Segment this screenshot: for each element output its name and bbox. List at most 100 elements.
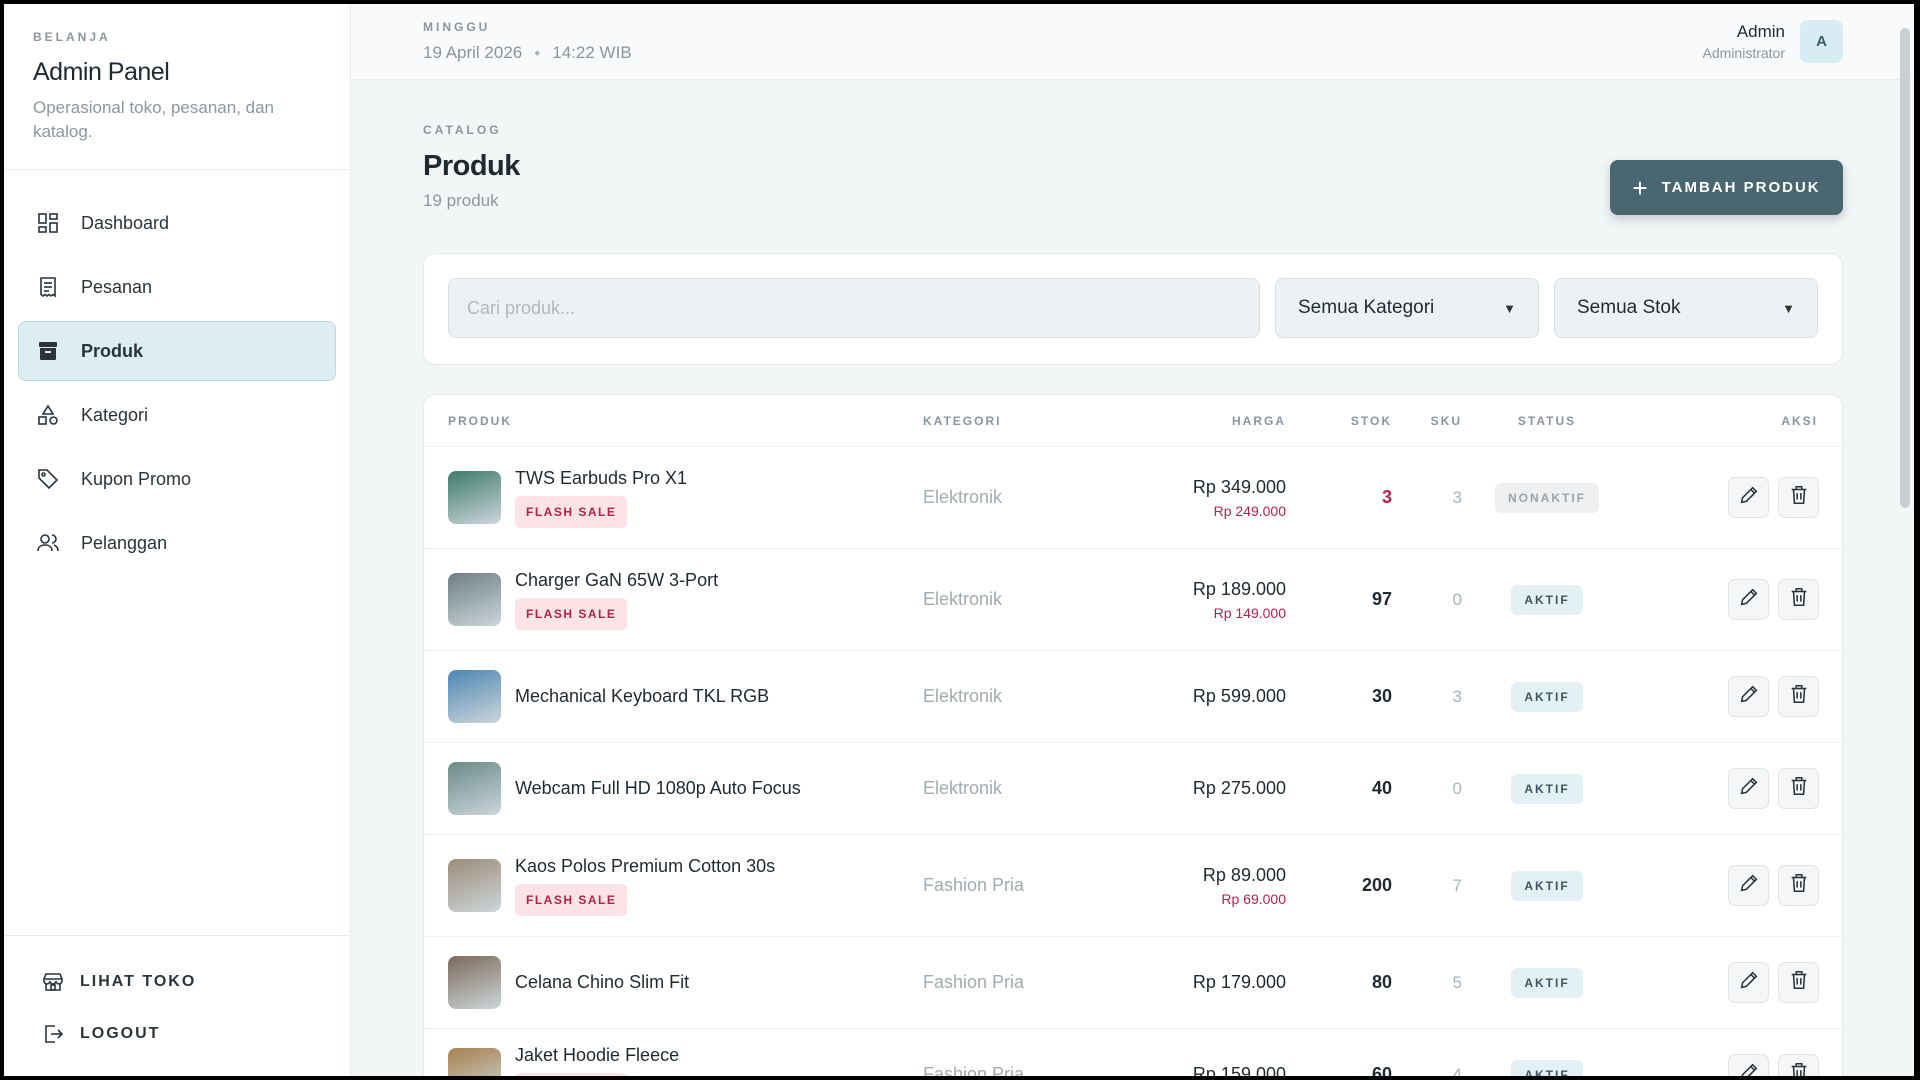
status-badge[interactable]: AKTIF — [1511, 967, 1583, 998]
chevron-down-icon: ▼ — [1503, 300, 1516, 316]
stock-select[interactable]: Semua Stok ▼ — [1554, 278, 1818, 338]
edit-button[interactable] — [1728, 1054, 1769, 1076]
delete-button[interactable] — [1778, 1054, 1819, 1076]
sidebar: BELANJA Admin Panel Operasional toko, pe… — [4, 4, 351, 1076]
sidebar-item-kupon-promo[interactable]: Kupon Promo — [18, 449, 336, 509]
edit-button[interactable] — [1728, 768, 1769, 809]
header-stock[interactable]: STOK — [1286, 414, 1392, 428]
edit-button[interactable] — [1728, 676, 1769, 717]
product-thumbnail — [448, 1048, 501, 1076]
product-name[interactable]: Charger GaN 65W 3-Port — [515, 570, 718, 591]
product-name[interactable]: Webcam Full HD 1080p Auto Focus — [515, 778, 801, 799]
sku-cell: 4 — [1452, 1064, 1462, 1077]
flash-sale-badge: FLASH SALE — [515, 883, 628, 916]
edit-button[interactable] — [1728, 962, 1769, 1003]
product-name[interactable]: TWS Earbuds Pro X1 — [515, 468, 687, 489]
status-badge[interactable]: AKTIF — [1511, 1059, 1583, 1076]
trash-icon — [1788, 683, 1810, 710]
delete-button[interactable] — [1778, 865, 1819, 906]
sidebar-item-pesanan[interactable]: Pesanan — [18, 257, 336, 317]
sidebar-item-kategori[interactable]: Kategori — [18, 385, 336, 445]
product-name[interactable]: Jaket Hoodie Fleece — [515, 1045, 679, 1066]
product-info: TWS Earbuds Pro X1 FLASH SALE — [515, 468, 687, 528]
sidebar-item-dashboard[interactable]: Dashboard — [18, 193, 336, 253]
status-badge[interactable]: AKTIF — [1511, 773, 1583, 804]
sidebar-item-label: Pesanan — [81, 276, 153, 297]
category-cell: Elektronik — [923, 487, 1003, 507]
table-row[interactable]: Kaos Polos Premium Cotton 30s FLASH SALE F… — [424, 835, 1842, 937]
header-sku[interactable]: SKU — [1392, 414, 1462, 428]
price-cell: Rp 275.000 — [1123, 778, 1286, 799]
sidebar-item-label: Dashboard — [81, 212, 170, 233]
edit-button[interactable] — [1728, 865, 1769, 906]
status-badge[interactable]: AKTIF — [1511, 681, 1583, 712]
trash-icon — [1788, 484, 1810, 511]
avatar[interactable]: A — [1800, 20, 1843, 63]
price-cell: Rp 159.000 — [1123, 1064, 1286, 1076]
product-thumbnail — [448, 859, 501, 912]
delete-button[interactable] — [1778, 768, 1819, 809]
status-badge[interactable]: AKTIF — [1511, 870, 1583, 901]
product-thumbnail — [448, 670, 501, 723]
sidebar-item-produk[interactable]: Produk — [18, 321, 336, 381]
status-badge[interactable]: NONAKTIF — [1495, 482, 1599, 513]
table-row[interactable]: Charger GaN 65W 3-Port FLASH SALE Elektron… — [424, 549, 1842, 651]
price-promo: Rp 249.000 — [1213, 502, 1286, 519]
header-price[interactable]: HARGA — [1123, 414, 1286, 428]
table-row[interactable]: Jaket Hoodie Fleece FLASH SALE Fashion Pri… — [424, 1029, 1842, 1076]
edit-button[interactable] — [1728, 579, 1769, 620]
stock-cell: 97 — [1371, 589, 1392, 609]
logout-link[interactable]: LOGOUT — [18, 1008, 336, 1060]
product-info: Charger GaN 65W 3-Port FLASH SALE — [515, 570, 718, 630]
product-name[interactable]: Celana Chino Slim Fit — [515, 972, 689, 993]
price-cell: Rp 599.000 — [1123, 686, 1286, 707]
product-info: Jaket Hoodie Fleece FLASH SALE — [515, 1045, 679, 1076]
sku-cell: 3 — [1452, 686, 1462, 706]
header-status[interactable]: STATUS — [1462, 414, 1632, 428]
trash-icon — [1788, 775, 1810, 802]
date-text: 19 April 2026 — [423, 43, 523, 62]
brand: BELANJA Admin Panel Operasional toko, pe… — [4, 4, 350, 170]
delete-button[interactable] — [1778, 477, 1819, 518]
add-product-button[interactable]: + TAMBAH PRODUK — [1610, 160, 1843, 215]
plus-icon: + — [1632, 172, 1648, 203]
product-name[interactable]: Kaos Polos Premium Cotton 30s — [515, 856, 775, 877]
users-icon — [35, 530, 61, 556]
trash-icon — [1788, 969, 1810, 996]
view-store-link[interactable]: LIHAT TOKO — [18, 956, 336, 1008]
category-cell: Elektronik — [923, 686, 1003, 706]
tag-icon — [35, 466, 61, 492]
header-category[interactable]: KATEGORI — [923, 414, 1123, 428]
brand-kicker: BELANJA — [33, 30, 111, 44]
status-badge[interactable]: AKTIF — [1511, 584, 1583, 615]
sku-cell: 5 — [1452, 972, 1462, 992]
dashboard-icon — [35, 210, 61, 236]
delete-button[interactable] — [1778, 676, 1819, 717]
table-row[interactable]: Mechanical Keyboard TKL RGB Elektronik Rp … — [424, 651, 1842, 743]
sku-cell: 0 — [1452, 589, 1462, 609]
status-cell: AKTIF — [1462, 681, 1632, 712]
table-row[interactable]: Webcam Full HD 1080p Auto Focus Elektroni… — [424, 743, 1842, 835]
price-regular: Rp 189.000 — [1192, 578, 1286, 599]
logout-icon — [40, 1021, 66, 1047]
product-cell: Charger GaN 65W 3-Port FLASH SALE — [424, 570, 923, 630]
stock-cell: 40 — [1371, 778, 1392, 798]
delete-button[interactable] — [1778, 579, 1819, 620]
sidebar-item-label: Pelanggan — [81, 532, 168, 553]
delete-button[interactable] — [1778, 962, 1819, 1003]
table-row[interactable]: Celana Chino Slim Fit Fashion Pria Rp 179.… — [424, 937, 1842, 1029]
receipt-icon — [35, 274, 61, 300]
status-cell: AKTIF — [1462, 584, 1632, 615]
product-name[interactable]: Mechanical Keyboard TKL RGB — [515, 686, 769, 707]
separator-dot: ● — [534, 47, 541, 59]
table-header: PRODUK KATEGORI HARGA STOK SKU STATUS AK… — [424, 395, 1842, 447]
user-menu[interactable]: Admin Administrator A — [1703, 20, 1843, 63]
sidebar-item-pelanggan[interactable]: Pelanggan — [18, 513, 336, 573]
search-input[interactable] — [448, 278, 1260, 338]
category-select[interactable]: Semua Kategori ▼ — [1275, 278, 1539, 338]
header-product[interactable]: PRODUK — [424, 414, 923, 428]
edit-button[interactable] — [1728, 477, 1769, 518]
trash-icon — [1788, 586, 1810, 613]
action-cell — [1632, 676, 1842, 717]
table-row[interactable]: TWS Earbuds Pro X1 FLASH SALE Elektronik Rp… — [424, 447, 1842, 549]
